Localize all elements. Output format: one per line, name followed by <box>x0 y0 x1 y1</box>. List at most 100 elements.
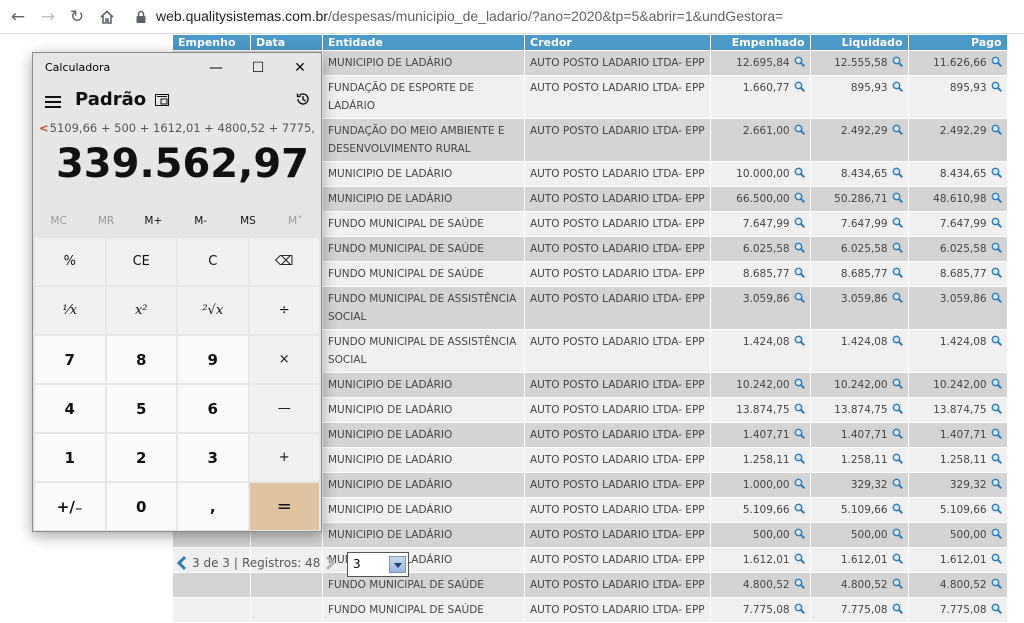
memory-button[interactable]: M+ <box>130 209 177 233</box>
magnifier-icon[interactable] <box>888 553 903 566</box>
magnifier-icon[interactable] <box>987 267 1002 280</box>
digit-4-key[interactable]: 4 <box>35 385 105 432</box>
memory-button[interactable]: MR <box>82 209 129 233</box>
magnifier-icon[interactable] <box>790 124 805 137</box>
chevron-down-icon[interactable] <box>389 556 406 573</box>
magnifier-icon[interactable] <box>987 292 1002 305</box>
previous-page-icon[interactable] <box>176 555 188 571</box>
forward-arrow-icon[interactable]: → <box>36 6 60 28</box>
magnifier-icon[interactable] <box>987 81 1002 94</box>
digit-5-key[interactable]: 5 <box>106 385 176 432</box>
magnifier-icon[interactable] <box>987 217 1002 230</box>
home-icon[interactable] <box>95 6 119 28</box>
magnifier-icon[interactable] <box>790 403 805 416</box>
square-key[interactable]: x² <box>106 287 176 334</box>
magnifier-icon[interactable] <box>790 603 805 616</box>
magnifier-icon[interactable] <box>888 578 903 591</box>
backspace-key[interactable]: ⌫ <box>249 238 319 285</box>
digit-7-key[interactable]: 7 <box>35 336 105 383</box>
magnifier-icon[interactable] <box>790 56 805 69</box>
magnifier-icon[interactable] <box>888 503 903 516</box>
magnifier-icon[interactable] <box>888 292 903 305</box>
magnifier-icon[interactable] <box>987 528 1002 541</box>
memory-button[interactable]: M˅ <box>272 209 319 233</box>
magnifier-icon[interactable] <box>888 81 903 94</box>
magnifier-icon[interactable] <box>987 603 1002 616</box>
magnifier-icon[interactable] <box>987 378 1002 391</box>
digit-2-key[interactable]: 2 <box>106 434 176 481</box>
next-page-icon[interactable] <box>324 555 336 571</box>
back-arrow-icon[interactable]: ← <box>6 6 30 28</box>
magnifier-icon[interactable] <box>987 403 1002 416</box>
magnifier-icon[interactable] <box>987 428 1002 441</box>
magnifier-icon[interactable] <box>888 428 903 441</box>
col-liquidado[interactable]: Liquidado <box>809 34 909 51</box>
magnifier-icon[interactable] <box>790 217 805 230</box>
clear-entry-key[interactable]: CE <box>106 238 176 285</box>
keep-on-top-icon[interactable] <box>155 94 169 106</box>
calculator-titlebar[interactable]: Calculadora — ☐ ✕ <box>33 53 321 83</box>
magnifier-icon[interactable] <box>790 378 805 391</box>
magnifier-icon[interactable] <box>987 553 1002 566</box>
digit-9-key[interactable]: 9 <box>178 336 248 383</box>
magnifier-icon[interactable] <box>987 453 1002 466</box>
square-root-key[interactable]: ²√x <box>178 287 248 334</box>
magnifier-icon[interactable] <box>888 378 903 391</box>
magnifier-icon[interactable] <box>790 242 805 255</box>
magnifier-icon[interactable] <box>987 167 1002 180</box>
magnifier-icon[interactable] <box>987 242 1002 255</box>
magnifier-icon[interactable] <box>790 267 805 280</box>
address-bar[interactable]: web.qualitysistemas.com.br/despesas/muni… <box>156 8 783 24</box>
menu-icon[interactable] <box>45 96 61 108</box>
digit-3-key[interactable]: 3 <box>178 434 248 481</box>
magnifier-icon[interactable] <box>888 603 903 616</box>
digit-0-key[interactable]: 0 <box>106 483 176 530</box>
magnifier-icon[interactable] <box>888 478 903 491</box>
minimize-icon[interactable]: — <box>195 53 237 83</box>
col-data[interactable]: Data <box>250 34 323 51</box>
lock-icon[interactable] <box>134 10 148 24</box>
col-credor[interactable]: Credor <box>524 34 711 51</box>
magnifier-icon[interactable] <box>888 335 903 348</box>
magnifier-icon[interactable] <box>888 528 903 541</box>
magnifier-icon[interactable] <box>987 335 1002 348</box>
multiply-key[interactable]: × <box>249 336 319 383</box>
magnifier-icon[interactable] <box>987 192 1002 205</box>
col-pago[interactable]: Pago <box>907 34 1008 51</box>
magnifier-icon[interactable] <box>888 403 903 416</box>
reload-icon[interactable]: ↻ <box>65 6 89 28</box>
magnifier-icon[interactable] <box>790 292 805 305</box>
memory-button[interactable]: MC <box>35 209 82 233</box>
subtract-key[interactable]: — <box>249 385 319 432</box>
clear-key[interactable]: C <box>178 238 248 285</box>
magnifier-icon[interactable] <box>790 335 805 348</box>
magnifier-icon[interactable] <box>790 192 805 205</box>
magnifier-icon[interactable] <box>790 81 805 94</box>
magnifier-icon[interactable] <box>790 478 805 491</box>
maximize-icon[interactable]: ☐ <box>237 53 279 83</box>
col-empenhado[interactable]: Empenhado <box>709 34 811 51</box>
close-icon[interactable]: ✕ <box>279 53 321 83</box>
magnifier-icon[interactable] <box>790 503 805 516</box>
magnifier-icon[interactable] <box>888 192 903 205</box>
magnifier-icon[interactable] <box>790 167 805 180</box>
magnifier-icon[interactable] <box>888 217 903 230</box>
magnifier-icon[interactable] <box>790 578 805 591</box>
magnifier-icon[interactable] <box>987 478 1002 491</box>
add-key[interactable]: + <box>249 434 319 481</box>
magnifier-icon[interactable] <box>888 267 903 280</box>
memory-button[interactable]: M- <box>177 209 224 233</box>
magnifier-icon[interactable] <box>987 124 1002 137</box>
percent-key[interactable]: % <box>35 238 105 285</box>
magnifier-icon[interactable] <box>987 578 1002 591</box>
magnifier-icon[interactable] <box>790 453 805 466</box>
history-icon[interactable] <box>295 91 311 107</box>
digit-8-key[interactable]: 8 <box>106 336 176 383</box>
decimal-key[interactable]: , <box>178 483 248 530</box>
digit-1-key[interactable]: 1 <box>35 434 105 481</box>
col-entidade[interactable]: Entidade <box>322 34 525 51</box>
digit-6-key[interactable]: 6 <box>178 385 248 432</box>
negate-key[interactable]: +/₋ <box>35 483 105 530</box>
magnifier-icon[interactable] <box>987 56 1002 69</box>
scroll-left-icon[interactable]: < <box>39 121 49 135</box>
